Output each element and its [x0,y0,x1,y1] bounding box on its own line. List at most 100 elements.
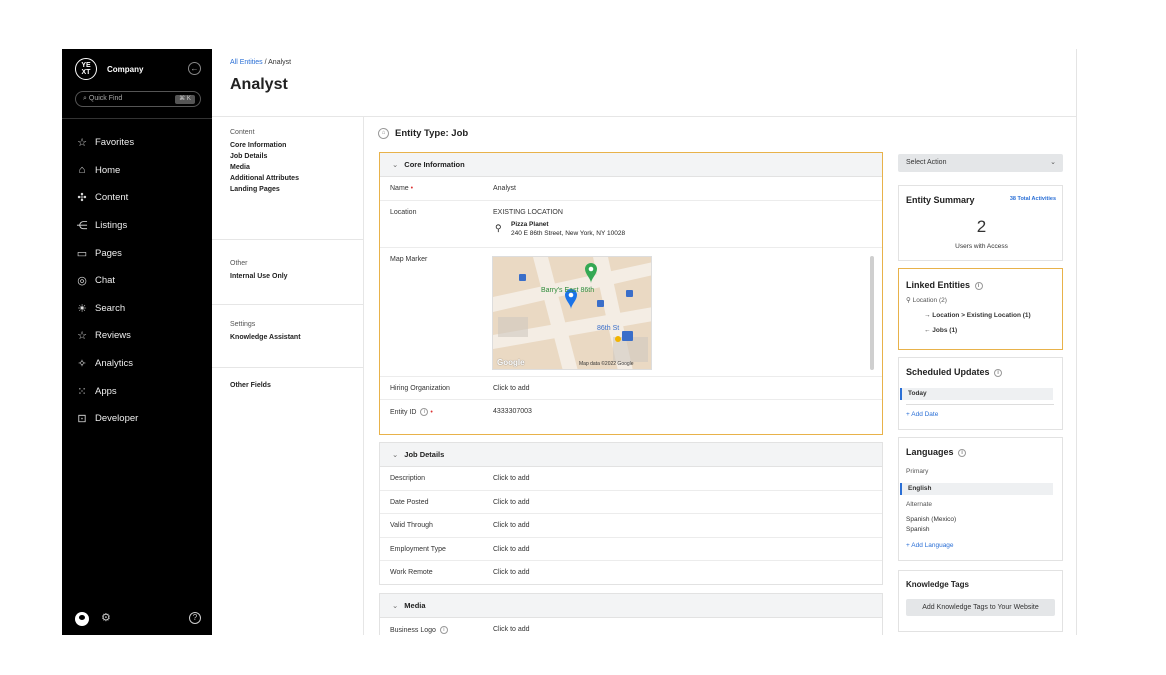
section-nav-other-fields: Other Fields [230,382,271,393]
primary-label: Primary [906,468,929,475]
sidebar-item-apps[interactable]: ⁙ Apps [75,377,138,405]
sidebar-item-favorites[interactable]: ☆ Favorites [75,129,138,157]
map-google-logo: Google [497,357,525,367]
field-value: Click to add [493,498,530,506]
sidebar-item-developer[interactable]: ⊡ Developer [75,405,138,433]
map-scrollbar[interactable] [870,255,874,370]
sidebar-item-label: Content [95,192,129,204]
field-label: Hiring Organization [390,384,450,392]
add-knowledge-tags-button[interactable]: Add Knowledge Tags to Your Website [906,599,1055,616]
section-link-job-details[interactable]: Job Details [230,153,299,160]
entity-summary-title: Entity Summary [906,195,975,205]
avatar[interactable] [75,612,89,626]
section-nav-divider [212,239,364,240]
field-value: Click to add [493,569,530,576]
field-row-work-remote[interactable]: Work Remote Click to add [380,561,882,585]
scheduled-updates-title-text: Scheduled Updates [906,367,990,377]
linked-jobs-link[interactable]: ← Jobs (1) [924,327,957,334]
language-spanish-mexico[interactable]: Spanish (Mexico) [906,516,956,523]
media-card: ⌄ Media Business Logo i Click to add [379,593,883,635]
today-item[interactable]: Today [900,388,1053,400]
brand[interactable]: YE XT Company [75,58,143,80]
card-title: Media [404,601,426,610]
languages-panel: Languages i Primary English Alternate Sp… [898,437,1063,561]
field-row-date-posted[interactable]: Date Posted Click to add [380,491,882,514]
info-icon[interactable]: i [420,408,429,416]
sidebar-item-listings[interactable]: ⋲ Listings [75,212,138,240]
section-link-landing-pages[interactable]: Landing Pages [230,186,299,193]
help-icon[interactable]: ? [189,612,201,624]
sidebar-item-search[interactable]: ☀ Search [75,295,138,323]
quick-find-placeholder: Quick Find [88,95,123,102]
job-details-header[interactable]: ⌄ Job Details [380,443,882,467]
sidebar-item-chat[interactable]: ◎ Chat [75,267,138,295]
field-value: Click to add [493,384,530,392]
map-graphic [493,256,651,369]
language-spanish[interactable]: Spanish [906,526,930,533]
quick-find-shortcut: ⌘ K [175,95,195,104]
section-nav-heading: Other [230,260,248,267]
field-row-name[interactable]: Name • Analyst [380,177,882,201]
breadcrumb-link-all-entities[interactable]: All Entities [230,59,263,66]
language-english[interactable]: English [900,483,1053,495]
linked-location-link[interactable]: → Location > Existing Location (1) [924,312,1031,319]
sidebar-item-content[interactable]: ✣ Content [75,184,138,212]
entity-summary-panel: Entity Summary 38 Total Activities 2 Use… [898,185,1063,261]
yext-logo: YE XT [75,58,97,80]
listings-icon: ⋲ [76,220,88,233]
media-header[interactable]: ⌄ Media [380,594,882,618]
section-link-additional-attributes[interactable]: Additional Attributes [230,175,299,182]
field-row-entity-id[interactable]: Entity ID i • 4333307003 [380,400,882,424]
collapse-sidebar-icon[interactable]: ← [188,62,201,75]
total-activities-link[interactable]: 38 Total Activities [1010,196,1056,202]
field-row-employment-type[interactable]: Employment Type Click to add [380,538,882,561]
field-label-text: Business Logo [390,626,436,634]
sidebar-item-pages[interactable]: ▭ Pages [75,239,138,267]
languages-title: Languages i [906,447,967,457]
pages-icon: ▭ [76,247,88,260]
section-link-core-information[interactable]: Core Information [230,142,299,149]
sidebar-item-label: Listings [95,220,128,232]
add-language-link[interactable]: + Add Language [906,542,954,549]
section-link-other-fields[interactable]: Other Fields [230,382,271,389]
field-row-location[interactable]: Location EXISTING LOCATION ⚲ Pizza Plane… [380,201,882,248]
map-street-label: Barry's East 86th [541,286,595,294]
alternate-label: Alternate [906,501,933,508]
select-action-dropdown[interactable]: Select Action ⌄ [898,154,1063,172]
field-value: Click to add [493,545,530,553]
info-icon[interactable]: i [974,281,983,290]
info-icon[interactable]: i [994,368,1003,377]
sidebar-item-home[interactable]: ⌂ Home [75,157,138,185]
brand-name: Company [107,64,144,74]
knowledge-tags-panel: Knowledge Tags Add Knowledge Tags to You… [898,570,1063,632]
field-row-description[interactable]: Description Click to add [380,467,882,491]
section-link-knowledge-assistant[interactable]: Knowledge Assistant [230,334,301,341]
gear-icon[interactable]: ⚙ [101,611,111,624]
section-link-media[interactable]: Media [230,164,299,171]
sidebar-footer: ⚙ ? [75,611,205,627]
section-link-internal-use-only[interactable]: Internal Use Only [230,273,288,280]
apps-icon: ⁙ [77,385,87,398]
field-label: Business Logo i [390,626,448,634]
info-icon[interactable]: i [439,626,448,634]
info-icon[interactable]: i [958,448,967,457]
field-row-hiring-organization[interactable]: Hiring Organization Click to add [380,377,882,400]
field-row-valid-through[interactable]: Valid Through Click to add [380,514,882,538]
field-label: Location [390,208,417,216]
section-nav-settings: Settings Knowledge Assistant [230,321,301,345]
field-label-text: Entity ID [390,408,417,416]
scheduled-updates-panel: Scheduled Updates i Today + Add Date [898,357,1063,430]
field-row-map-marker: Map Marker Barry's East 86th 86th St Goo… [380,248,882,377]
chevron-down-icon: ⌄ [392,450,399,459]
field-row-business-logo[interactable]: Business Logo i Click to add [380,618,882,635]
core-information-header[interactable]: ⌄ Core Information [380,153,882,177]
sidebar-item-analytics[interactable]: ✧ Analytics [75,350,138,378]
map[interactable]: Barry's East 86th 86th St Google Map dat… [492,255,652,370]
add-date-link[interactable]: + Add Date [906,411,938,418]
sidebar-item-reviews[interactable]: ☆ Reviews [75,322,138,350]
linked-entities-title: Linked Entities i [906,280,983,290]
quick-find-input[interactable]: ⌕ Quick Find ⌘ K [75,91,201,107]
linked-entities-panel: Linked Entities i ⚲ Location (2) → Locat… [898,268,1063,350]
sidebar-nav: ☆ Favorites ⌂ Home ✣ Content ⋲ Listings ▭ Pag… [75,129,139,433]
divider [906,404,1054,405]
